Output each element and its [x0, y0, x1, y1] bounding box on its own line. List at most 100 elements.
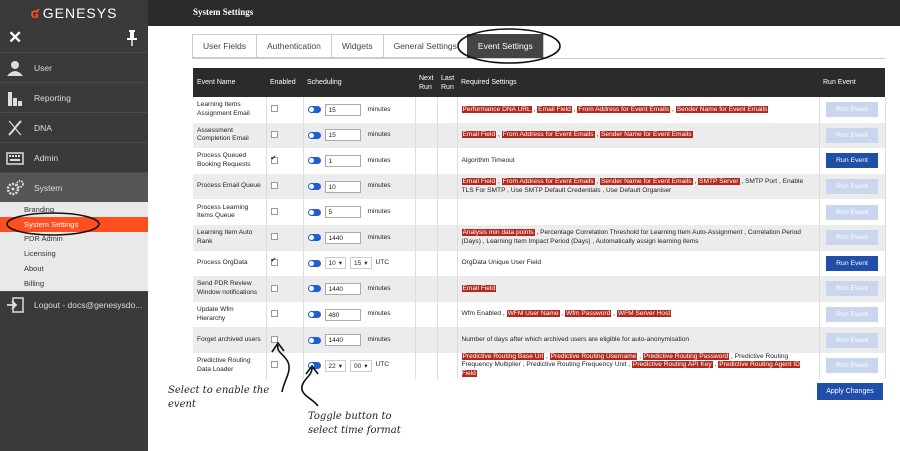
- required-setting-link[interactable]: Predictive Routing Password: [642, 352, 730, 360]
- required-setting-link[interactable]: Predictive Routing Base Url: [461, 352, 545, 360]
- required-setting-link[interactable]: From Address for Event Emails: [501, 131, 595, 139]
- time-format-toggle[interactable]: [307, 259, 321, 267]
- required-setting-link[interactable]: Sender Name for Event Emails: [600, 131, 693, 139]
- run-event-button[interactable]: Run Event: [826, 255, 878, 271]
- required-setting-link[interactable]: From Address for Event Emails: [501, 178, 595, 186]
- required-setting-link[interactable]: Email Field: [461, 284, 497, 292]
- run-event-button[interactable]: Run Event: [826, 204, 878, 220]
- time-format-toggle[interactable]: [307, 362, 321, 370]
- minute-select[interactable]: 00 ▾: [350, 359, 372, 372]
- scheduling-cell: 15 minutes: [303, 122, 416, 149]
- enabled-checkbox[interactable]: [270, 361, 278, 369]
- interval-input[interactable]: 15: [324, 129, 361, 142]
- run-event-button[interactable]: Run Event: [826, 307, 878, 323]
- required-setting-link[interactable]: Wfm Password: [565, 310, 612, 318]
- required-setting-link[interactable]: Email Field: [461, 178, 497, 186]
- enabled-checkbox[interactable]: [270, 284, 278, 292]
- time-format-toggle[interactable]: [307, 336, 321, 344]
- required-setting-link[interactable]: SMTP Server: [698, 178, 740, 186]
- interval-input[interactable]: 15: [324, 103, 361, 116]
- enabled-checkbox[interactable]: [270, 335, 278, 343]
- schedule-control: 1440 minutes: [307, 334, 411, 347]
- tab-event-settings[interactable]: Event Settings: [466, 34, 544, 58]
- required-setting-link[interactable]: Predictive Routing API Key: [631, 361, 713, 369]
- run-event-button[interactable]: Run Event: [826, 332, 878, 348]
- submenu-branding[interactable]: Branding: [0, 202, 148, 217]
- interval-input[interactable]: 480: [324, 308, 361, 321]
- interval-input[interactable]: 1: [324, 154, 361, 167]
- required-setting-text: ,: [496, 131, 502, 139]
- interval-input[interactable]: 1440: [324, 282, 361, 295]
- interval-input[interactable]: 1440: [324, 231, 361, 244]
- hour-select[interactable]: 10 ▾: [324, 257, 346, 270]
- interval-input[interactable]: 5: [324, 206, 361, 219]
- required-setting-link[interactable]: From Address for Event Emails: [577, 105, 671, 113]
- schedule-unit: UTC: [375, 259, 390, 267]
- required-setting-link[interactable]: Predictive Routing Username: [549, 352, 638, 360]
- required-settings-cell: Predictive Routing Base Url , Predictive…: [457, 352, 820, 379]
- enabled-checkbox[interactable]: [270, 105, 278, 113]
- required-setting-link[interactable]: Performance DNA URL: [461, 105, 532, 113]
- event-name: Predictive Routing Data Loader: [193, 352, 267, 379]
- run-event-button[interactable]: Run Event: [826, 358, 878, 374]
- required-setting-link[interactable]: Sender Name for Event Emails: [675, 105, 769, 113]
- logout-button[interactable]: Logout - docs@genesysdo...: [0, 290, 148, 319]
- submenu-licensing[interactable]: Licensing: [0, 246, 148, 261]
- annotation-toggle-format: Toggle button to select time format: [308, 411, 401, 436]
- enabled-checkbox[interactable]: [270, 182, 278, 190]
- tab-authentication[interactable]: Authentication: [255, 34, 331, 58]
- enabled-checkbox[interactable]: [270, 310, 278, 318]
- run-event-button[interactable]: Run Event: [826, 153, 878, 169]
- required-setting-link[interactable]: WFM User Name: [506, 310, 560, 318]
- submenu-system-settings[interactable]: System Settings: [0, 216, 148, 232]
- run-event-button[interactable]: Run Event: [826, 127, 878, 143]
- user-icon: [7, 60, 23, 76]
- time-format-toggle[interactable]: [307, 131, 321, 139]
- table-header-row: Event Name Enabled Scheduling Next Run L…: [193, 68, 885, 97]
- tab-general-settings[interactable]: General Settings: [382, 34, 467, 58]
- required-setting-link[interactable]: WFM Server Host: [616, 310, 672, 318]
- sidebar-item-dna[interactable]: DNA: [0, 112, 148, 142]
- minute-select[interactable]: 15 ▾: [350, 257, 372, 270]
- sidebar-item-user[interactable]: User: [0, 52, 148, 82]
- interval-input[interactable]: 1440: [324, 334, 361, 347]
- interval-input[interactable]: 10: [324, 180, 361, 193]
- required-setting-link[interactable]: Sender Name for Event Emails: [600, 178, 693, 186]
- hour-select[interactable]: 22 ▾: [324, 359, 346, 372]
- run-event-button[interactable]: Run Event: [826, 230, 878, 246]
- required-setting-link[interactable]: Email Field: [537, 105, 572, 113]
- run-event-button[interactable]: Run Event: [826, 281, 878, 297]
- run-event-button[interactable]: Run Event: [826, 179, 878, 195]
- submenu-pdr-admin[interactable]: PDR Admin: [0, 232, 148, 247]
- enabled-checkbox[interactable]: [270, 207, 278, 215]
- close-icon[interactable]: ✕: [8, 28, 22, 48]
- pin-icon[interactable]: [126, 30, 138, 46]
- time-format-toggle[interactable]: [307, 183, 321, 191]
- run-event-button[interactable]: Run Event: [826, 102, 878, 118]
- time-format-toggle[interactable]: [307, 311, 321, 319]
- enabled-checkbox[interactable]: [270, 257, 278, 266]
- required-settings-cell: Number of days after which archived user…: [457, 327, 820, 353]
- tab-widgets[interactable]: Widgets: [330, 34, 383, 58]
- enabled-checkbox[interactable]: [270, 233, 278, 241]
- time-format-toggle[interactable]: [307, 157, 321, 165]
- sidebar-item-admin[interactable]: Admin: [0, 142, 148, 172]
- enabled-checkbox[interactable]: [270, 131, 278, 139]
- time-format-toggle[interactable]: [307, 208, 321, 216]
- sidebar-item-reporting[interactable]: Reporting: [0, 82, 148, 112]
- apply-changes-button[interactable]: Apply Changes: [817, 383, 883, 400]
- next-run-cell: [415, 224, 438, 251]
- next-run-cell: [415, 301, 438, 328]
- required-setting-link[interactable]: Email Field: [461, 131, 497, 139]
- table-row: Process Queued Booking Requests 1 minute…: [193, 148, 886, 174]
- enabled-checkbox[interactable]: [270, 155, 278, 164]
- required-setting-link[interactable]: Analysis min data points: [461, 229, 535, 237]
- submenu-about[interactable]: About: [0, 261, 148, 276]
- genesys-logo[interactable]: ʛ GENESYS: [0, 0, 148, 26]
- sidebar-item-system[interactable]: System: [0, 172, 148, 202]
- time-format-toggle[interactable]: [307, 106, 321, 114]
- time-format-toggle[interactable]: [307, 234, 321, 242]
- time-format-toggle[interactable]: [307, 285, 321, 293]
- submenu-billing[interactable]: Billing: [0, 276, 148, 291]
- tab-user-fields[interactable]: User Fields: [192, 34, 256, 58]
